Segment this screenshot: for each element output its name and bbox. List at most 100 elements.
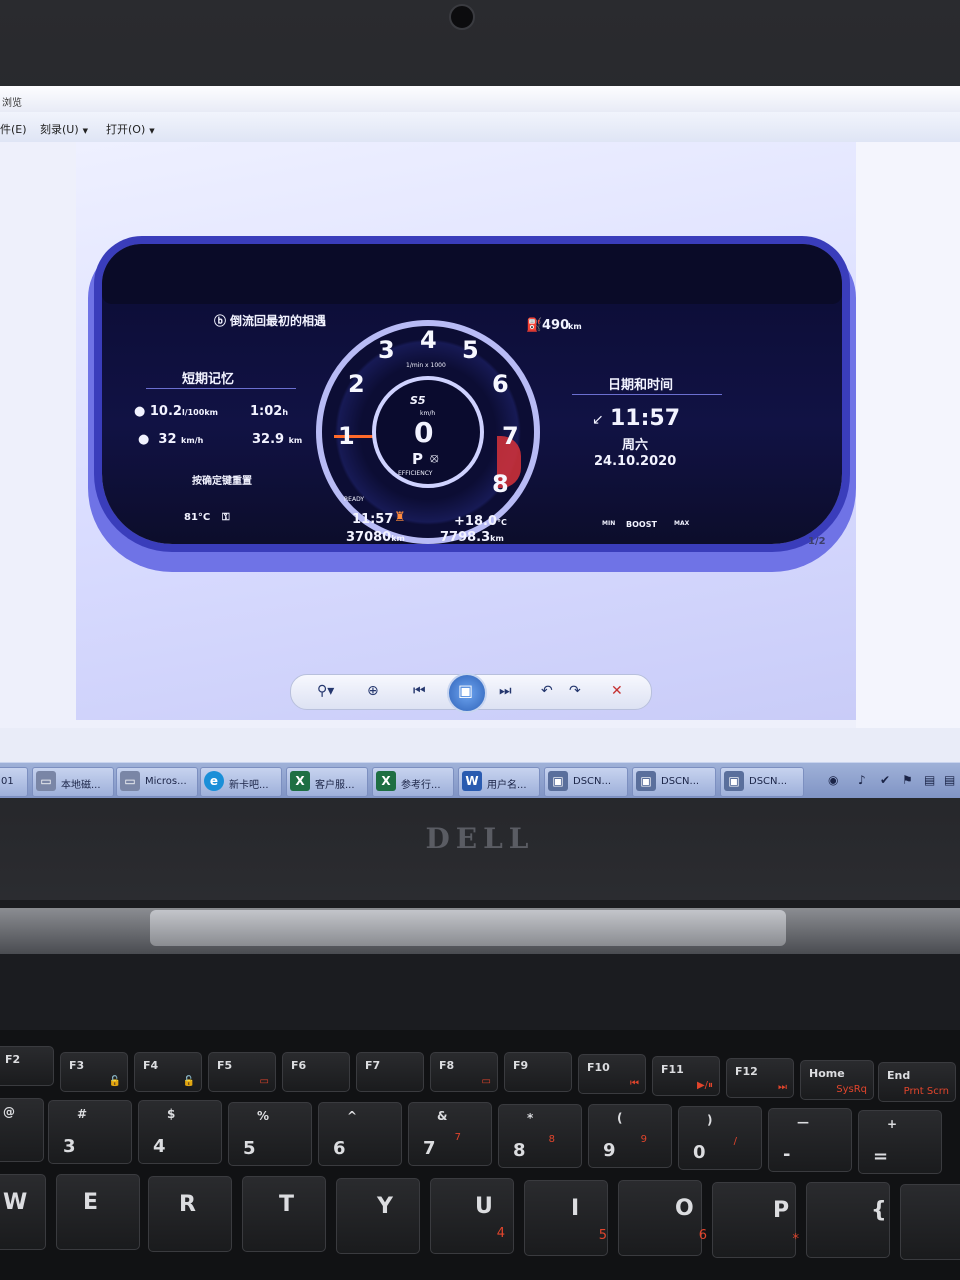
key-f3[interactable]: F3 🔓	[60, 1052, 128, 1092]
actual-size-button[interactable]: ⊕	[367, 683, 379, 699]
taskbar-item[interactable]: 01	[0, 767, 28, 797]
key-home[interactable]: Home SysRq	[800, 1060, 874, 1100]
key-f12[interactable]: F12 ⏭	[726, 1058, 794, 1098]
key-f10[interactable]: F10 ⏮	[578, 1054, 646, 1094]
numpad-sublabel: 7	[454, 1132, 461, 1143]
chevron-down-icon: ▼	[149, 127, 155, 135]
taskbar-item-label: DSCN...	[749, 776, 788, 787]
key-4[interactable]: $4	[138, 1100, 222, 1164]
taskbar-item[interactable]: ▣ DSCN...	[720, 767, 804, 797]
duration-number: 1:02	[250, 404, 283, 419]
key-equals[interactable]: + =	[858, 1110, 942, 1174]
key-label: F6	[291, 1059, 307, 1072]
key-partial[interactable]	[900, 1184, 960, 1260]
avg-speed-unit: km/h	[181, 436, 204, 445]
key-p[interactable]: P *	[712, 1182, 799, 1258]
key-f2[interactable]: F2	[0, 1046, 54, 1086]
key-f6[interactable]: F6	[282, 1052, 350, 1092]
key-label: E	[83, 1190, 99, 1215]
key-o[interactable]: O6	[618, 1180, 707, 1256]
key-3[interactable]: #3	[48, 1100, 132, 1164]
key-bracket[interactable]: {	[806, 1182, 890, 1258]
taskbar-item[interactable]: X 参考行...	[372, 767, 454, 797]
coolant-icon: ⚿	[222, 512, 230, 523]
network-icon[interactable]: ◉	[828, 773, 838, 787]
key-i[interactable]: I5	[524, 1180, 608, 1256]
security-icon[interactable]: ✔	[880, 773, 890, 787]
gauge-number-2: 2	[348, 370, 365, 398]
key-end[interactable]: End Prnt Scrn	[878, 1062, 956, 1102]
taskbar-item[interactable]: ▭ 本地磁...	[32, 767, 114, 797]
trip-odometer-value: 7798.3	[440, 530, 491, 545]
key-top-label: #	[77, 1107, 88, 1121]
photo-icon: ▣	[548, 771, 568, 791]
slideshow-icon: ▣	[458, 681, 474, 700]
key-e[interactable]: E	[56, 1174, 140, 1250]
taskbar-item[interactable]: ▣ DSCN...	[544, 767, 628, 797]
menu-file[interactable]: 件(E)	[0, 121, 27, 137]
key-8[interactable]: * 8 8	[498, 1104, 582, 1168]
key-f5[interactable]: F5 ▭	[208, 1052, 276, 1092]
consumption-unit: l/100km	[181, 408, 218, 417]
key-6[interactable]: ^ 6	[318, 1102, 402, 1166]
rotate-cw-button[interactable]: ↷	[569, 683, 581, 699]
key-top-label: &	[437, 1109, 448, 1123]
delete-button[interactable]: ✕	[611, 683, 623, 699]
consumption-number: 10.2	[149, 404, 182, 419]
clock-small: 11:57	[352, 512, 394, 527]
boost-label: BOOST	[626, 520, 657, 529]
boost-max-label: MAX	[674, 520, 690, 527]
key-t[interactable]: T	[242, 1176, 326, 1252]
taskbar-item-label: 用户名...	[487, 780, 527, 791]
key-7[interactable]: & 7 7	[408, 1102, 492, 1166]
key-r[interactable]: R	[148, 1176, 232, 1252]
key-9[interactable]: (9 9	[588, 1104, 672, 1168]
cluster-hood	[102, 244, 842, 304]
key-f4[interactable]: F4 🔓	[134, 1052, 202, 1092]
key-f9[interactable]: F9	[504, 1052, 572, 1092]
taskbar-item[interactable]: e 新卡吧...	[200, 767, 282, 797]
key-bottom-label: 4	[153, 1136, 166, 1157]
next-button[interactable]: ⏭	[499, 683, 512, 699]
key-label: F12	[735, 1065, 758, 1078]
key-top-label: ^	[347, 1109, 358, 1123]
taskbar-item[interactable]: X 客户服...	[286, 767, 368, 797]
key-label: End	[887, 1069, 911, 1082]
keyboard: F2 F3 🔓 F4 🔓 F5 ▭ F6 F7 F8 ▭ F9 F10 ⏮ F11 ▶/⏸ …	[0, 1030, 960, 1280]
rotate-ccw-button[interactable]: ↶	[541, 683, 553, 699]
key-w[interactable]: W	[0, 1174, 46, 1250]
slideshow-button[interactable]: ▣	[447, 673, 487, 713]
key-f8[interactable]: F8 ▭	[430, 1052, 498, 1092]
drive-icon: ▭	[120, 771, 140, 791]
previous-button[interactable]: ⏮	[413, 683, 426, 699]
odometer-unit: km	[391, 534, 405, 543]
key-label: F10	[587, 1061, 610, 1074]
key-f11[interactable]: F11 ▶/⏸	[652, 1056, 720, 1096]
key-u[interactable]: U4	[430, 1178, 514, 1254]
key-2[interactable]: @	[0, 1098, 44, 1162]
menu-open[interactable]: 打开(O) ▼	[106, 121, 155, 137]
key-top-label: %	[257, 1109, 270, 1123]
key-0[interactable]: ) 0 /	[678, 1106, 762, 1170]
menu-bar: 件(E) 刻录(U) ▼ 打开(O) ▼	[0, 112, 960, 143]
photo-icon: ▣	[724, 771, 744, 791]
taskbar-item-label: 新卡吧...	[229, 780, 269, 791]
menu-burn[interactable]: 刻录(U) ▼	[40, 121, 88, 137]
taskbar-item[interactable]: W 用户名...	[458, 767, 540, 797]
monitor-icon[interactable]: ▤	[924, 773, 935, 787]
fuel-fraction: 1/2	[808, 536, 826, 547]
flag-icon[interactable]: ⚑	[902, 773, 913, 787]
taskbar-item[interactable]: ▣ DSCN...	[632, 767, 716, 797]
volume-icon[interactable]: ♪	[858, 773, 866, 787]
key-f7[interactable]: F7	[356, 1052, 424, 1092]
outside-temp: +18.0°C	[454, 514, 507, 529]
gear-indicator: P	[412, 450, 423, 468]
zoom-button[interactable]: ⚲▾	[317, 683, 334, 699]
trip-distance-value: 32.9 km	[252, 432, 302, 447]
key-label: R	[179, 1192, 196, 1217]
key-minus[interactable]: — -	[768, 1108, 852, 1172]
key-5[interactable]: % 5	[228, 1102, 312, 1166]
taskbar-item[interactable]: ▭ Micros...	[116, 767, 198, 797]
key-y[interactable]: Y	[336, 1178, 420, 1254]
tray-overflow-icon[interactable]: ▤	[944, 773, 955, 787]
